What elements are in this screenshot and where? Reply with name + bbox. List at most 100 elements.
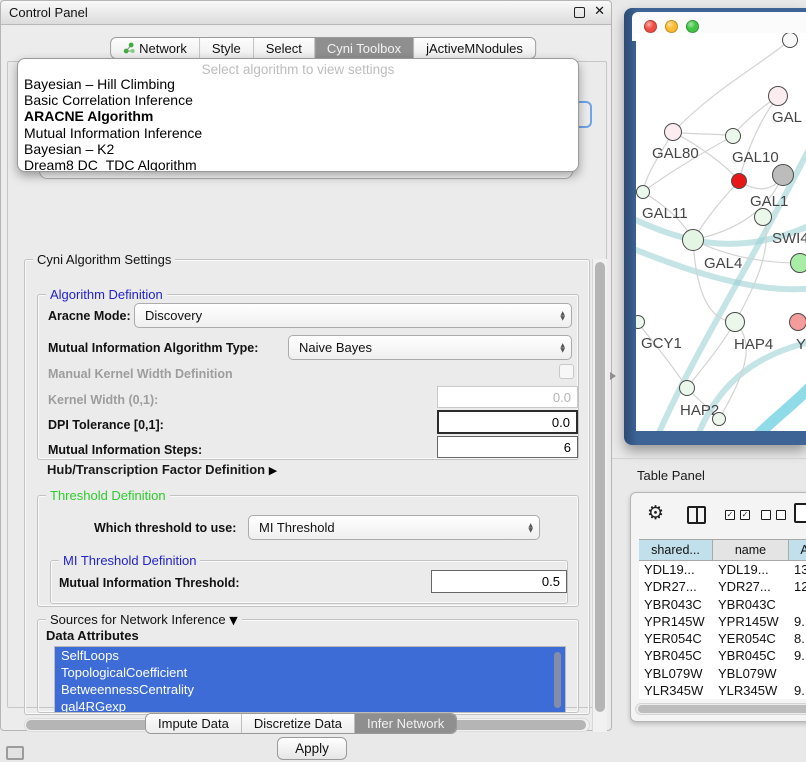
tab-network[interactable]: Network [111,38,200,58]
aracne-mode-value: Discovery [145,308,202,323]
dropdown-item[interactable]: Bayesian – K2 [18,141,578,157]
table-cell [789,665,806,682]
cyni-algorithm-settings-group: Cyni Algorithm Settings Algorithm Defini… [24,259,590,715]
network-node-gal11[interactable] [636,185,650,199]
vertical-scrollbar-thumb[interactable] [595,262,605,712]
network-node-y[interactable] [789,313,806,331]
mi-threshold-field[interactable]: 0.5 [431,570,567,593]
attribute-list-item[interactable]: gal4RGexp [55,698,565,713]
mi-algorithm-type-select[interactable]: Naive Bayes ▲▼ [288,335,572,360]
minimize-traffic-light[interactable] [665,20,678,33]
network-node[interactable] [712,412,726,426]
mi-steps-field[interactable]: 6 [437,436,578,458]
dropdown-item[interactable]: ARACNE Algorithm [18,108,578,124]
network-node[interactable] [772,164,794,186]
tab-discretize-data[interactable]: Discretize Data [242,714,355,733]
close-traffic-light[interactable] [644,20,657,33]
table-row[interactable]: YBL079WYBL079W [639,665,806,682]
float-window-icon[interactable] [574,7,585,18]
network-canvas[interactable]: GALGAL80GAL10GAL1GAL11SWI4GAL4GCY1HAP4YH… [636,33,806,431]
data-attributes-list[interactable]: SelfLoopsTopologicalCoefficientBetweenne… [54,646,566,713]
columns-icon[interactable] [687,506,706,524]
network-node-hap4[interactable] [725,312,745,332]
table-cell: 9. [789,613,806,630]
dropdown-item[interactable]: Mutual Information Inference [18,125,578,141]
unchecked-checkbox-icon[interactable] [776,510,786,520]
column-header-shared[interactable]: shared... [639,540,713,560]
unchecked-checkbox-icon[interactable] [761,510,771,520]
control-panel-window: Control Panel ✕ Network Style SelectCyni T… [0,0,612,731]
table-row[interactable]: YPR145WYPR145W9. [639,613,806,630]
aracne-mode-select[interactable]: Discovery ▲▼ [134,303,572,328]
zoom-traffic-light[interactable] [686,20,699,33]
mi-threshold-label: Mutual Information Threshold: [59,576,240,590]
node-label: SWI4 [772,230,806,247]
table-cell: 9. [789,647,806,664]
table-row[interactable]: YER054CYER054C8. [639,630,806,647]
network-node-gal4[interactable] [682,229,704,251]
network-node-gal10[interactable] [725,128,741,144]
column-header-a[interactable]: A [789,540,806,560]
tab-infer-network[interactable]: Infer Network [355,714,456,733]
attribute-list-item[interactable]: TopologicalCoefficient [55,664,565,681]
close-icon[interactable]: ✕ [594,4,605,19]
apply-button[interactable]: Apply [277,737,347,760]
network-node-hap2[interactable] [679,380,695,396]
gear-icon[interactable]: ⚙ [647,502,664,524]
hub-definition-expander[interactable]: Hub/Transcription Factor Definition ▶ [47,462,277,477]
manual-kernel-label: Manual Kernel Width Definition [48,367,233,381]
column-header-name[interactable]: name [713,540,789,560]
aracne-mode-label: Aracne Mode: [48,309,131,323]
top-tabbar: Network Style SelectCyni ToolboxjActiveMNo… [110,37,536,59]
network-node[interactable] [790,253,806,273]
table-panel-strip: Table Panel [612,458,806,488]
tab-style[interactable]: Style [200,38,254,58]
network-node-gal[interactable] [768,86,788,106]
algorithm-definition-group: Algorithm Definition Aracne Mode: Discov… [37,294,579,460]
desktop: { "control_panel": { "title": "Control P… [0,0,806,762]
minimized-window-icon[interactable] [6,746,24,760]
control-panel-titlebar[interactable]: Control Panel ✕ [1,1,611,25]
network-node-gal80[interactable] [664,123,682,141]
table-cell: YER054C [639,630,713,647]
tab-cyni-toolbox[interactable]: Cyni Toolbox [315,38,414,58]
table-horizontal-scrollbar[interactable] [635,703,806,715]
table-row[interactable]: YLR345WYLR345W9. [639,682,806,699]
table-row[interactable]: YBR045CYBR045C9. [639,647,806,664]
dropdown-item[interactable]: Dream8 DC_TDC Algorithm [18,157,578,172]
table-row[interactable]: YBR043CYBR043C [639,596,806,613]
threshold-definition-group: Threshold Definition Which threshold to … [37,495,579,607]
network-node-swi4[interactable] [754,208,772,226]
table-row[interactable]: YDR27...YDR27...12 [639,578,806,595]
kernel-width-field[interactable]: 0.0 [437,386,578,408]
table-panel-title: Table Panel [637,468,705,483]
collapse-down-icon[interactable]: ▼ [229,614,237,627]
table-scrollbar-thumb[interactable] [638,705,806,713]
attribute-list-item[interactable]: BetweennessCentrality [55,681,565,698]
panel-title: Control Panel [9,5,88,20]
tab-impute-data[interactable]: Impute Data [146,714,242,733]
table-row[interactable]: YDL19...YDL19...13 [639,561,806,578]
dropdown-item[interactable]: Basic Correlation Inference [18,92,578,108]
tab-label: Style [212,41,241,56]
attribute-list-item[interactable]: SelfLoops [55,647,565,664]
checked-checkbox-icon[interactable]: ✓ [725,510,735,520]
manual-kernel-checkbox[interactable] [559,364,574,379]
tab-jactivemnodules[interactable]: jActiveMNodules [414,38,535,58]
dropdown-item[interactable]: Bayesian – Hill Climbing [18,76,578,92]
node-label: GAL11 [642,205,688,222]
tab-select[interactable]: Select [254,38,315,58]
split-divider-arrow-icon[interactable] [610,372,616,380]
list-scrollbar-thumb[interactable] [554,652,561,708]
table-cell: YLR345W [713,682,789,699]
network-view-window: GALGAL80GAL10GAL1GAL11SWI4GAL4GCY1HAP4YH… [624,8,806,445]
checked-checkbox-icon[interactable]: ✓ [740,510,750,520]
table-cell: YBR045C [713,647,789,664]
expand-right-icon[interactable]: ▶ [269,464,277,477]
network-node-gal1[interactable] [731,173,747,189]
dpi-tolerance-field[interactable]: 0.0 [437,410,578,434]
vertical-scrollbar[interactable] [592,259,607,732]
table-document-icon[interactable] [794,503,806,523]
node-label: Y [796,336,806,353]
which-threshold-select[interactable]: MI Threshold ▲▼ [248,515,540,540]
